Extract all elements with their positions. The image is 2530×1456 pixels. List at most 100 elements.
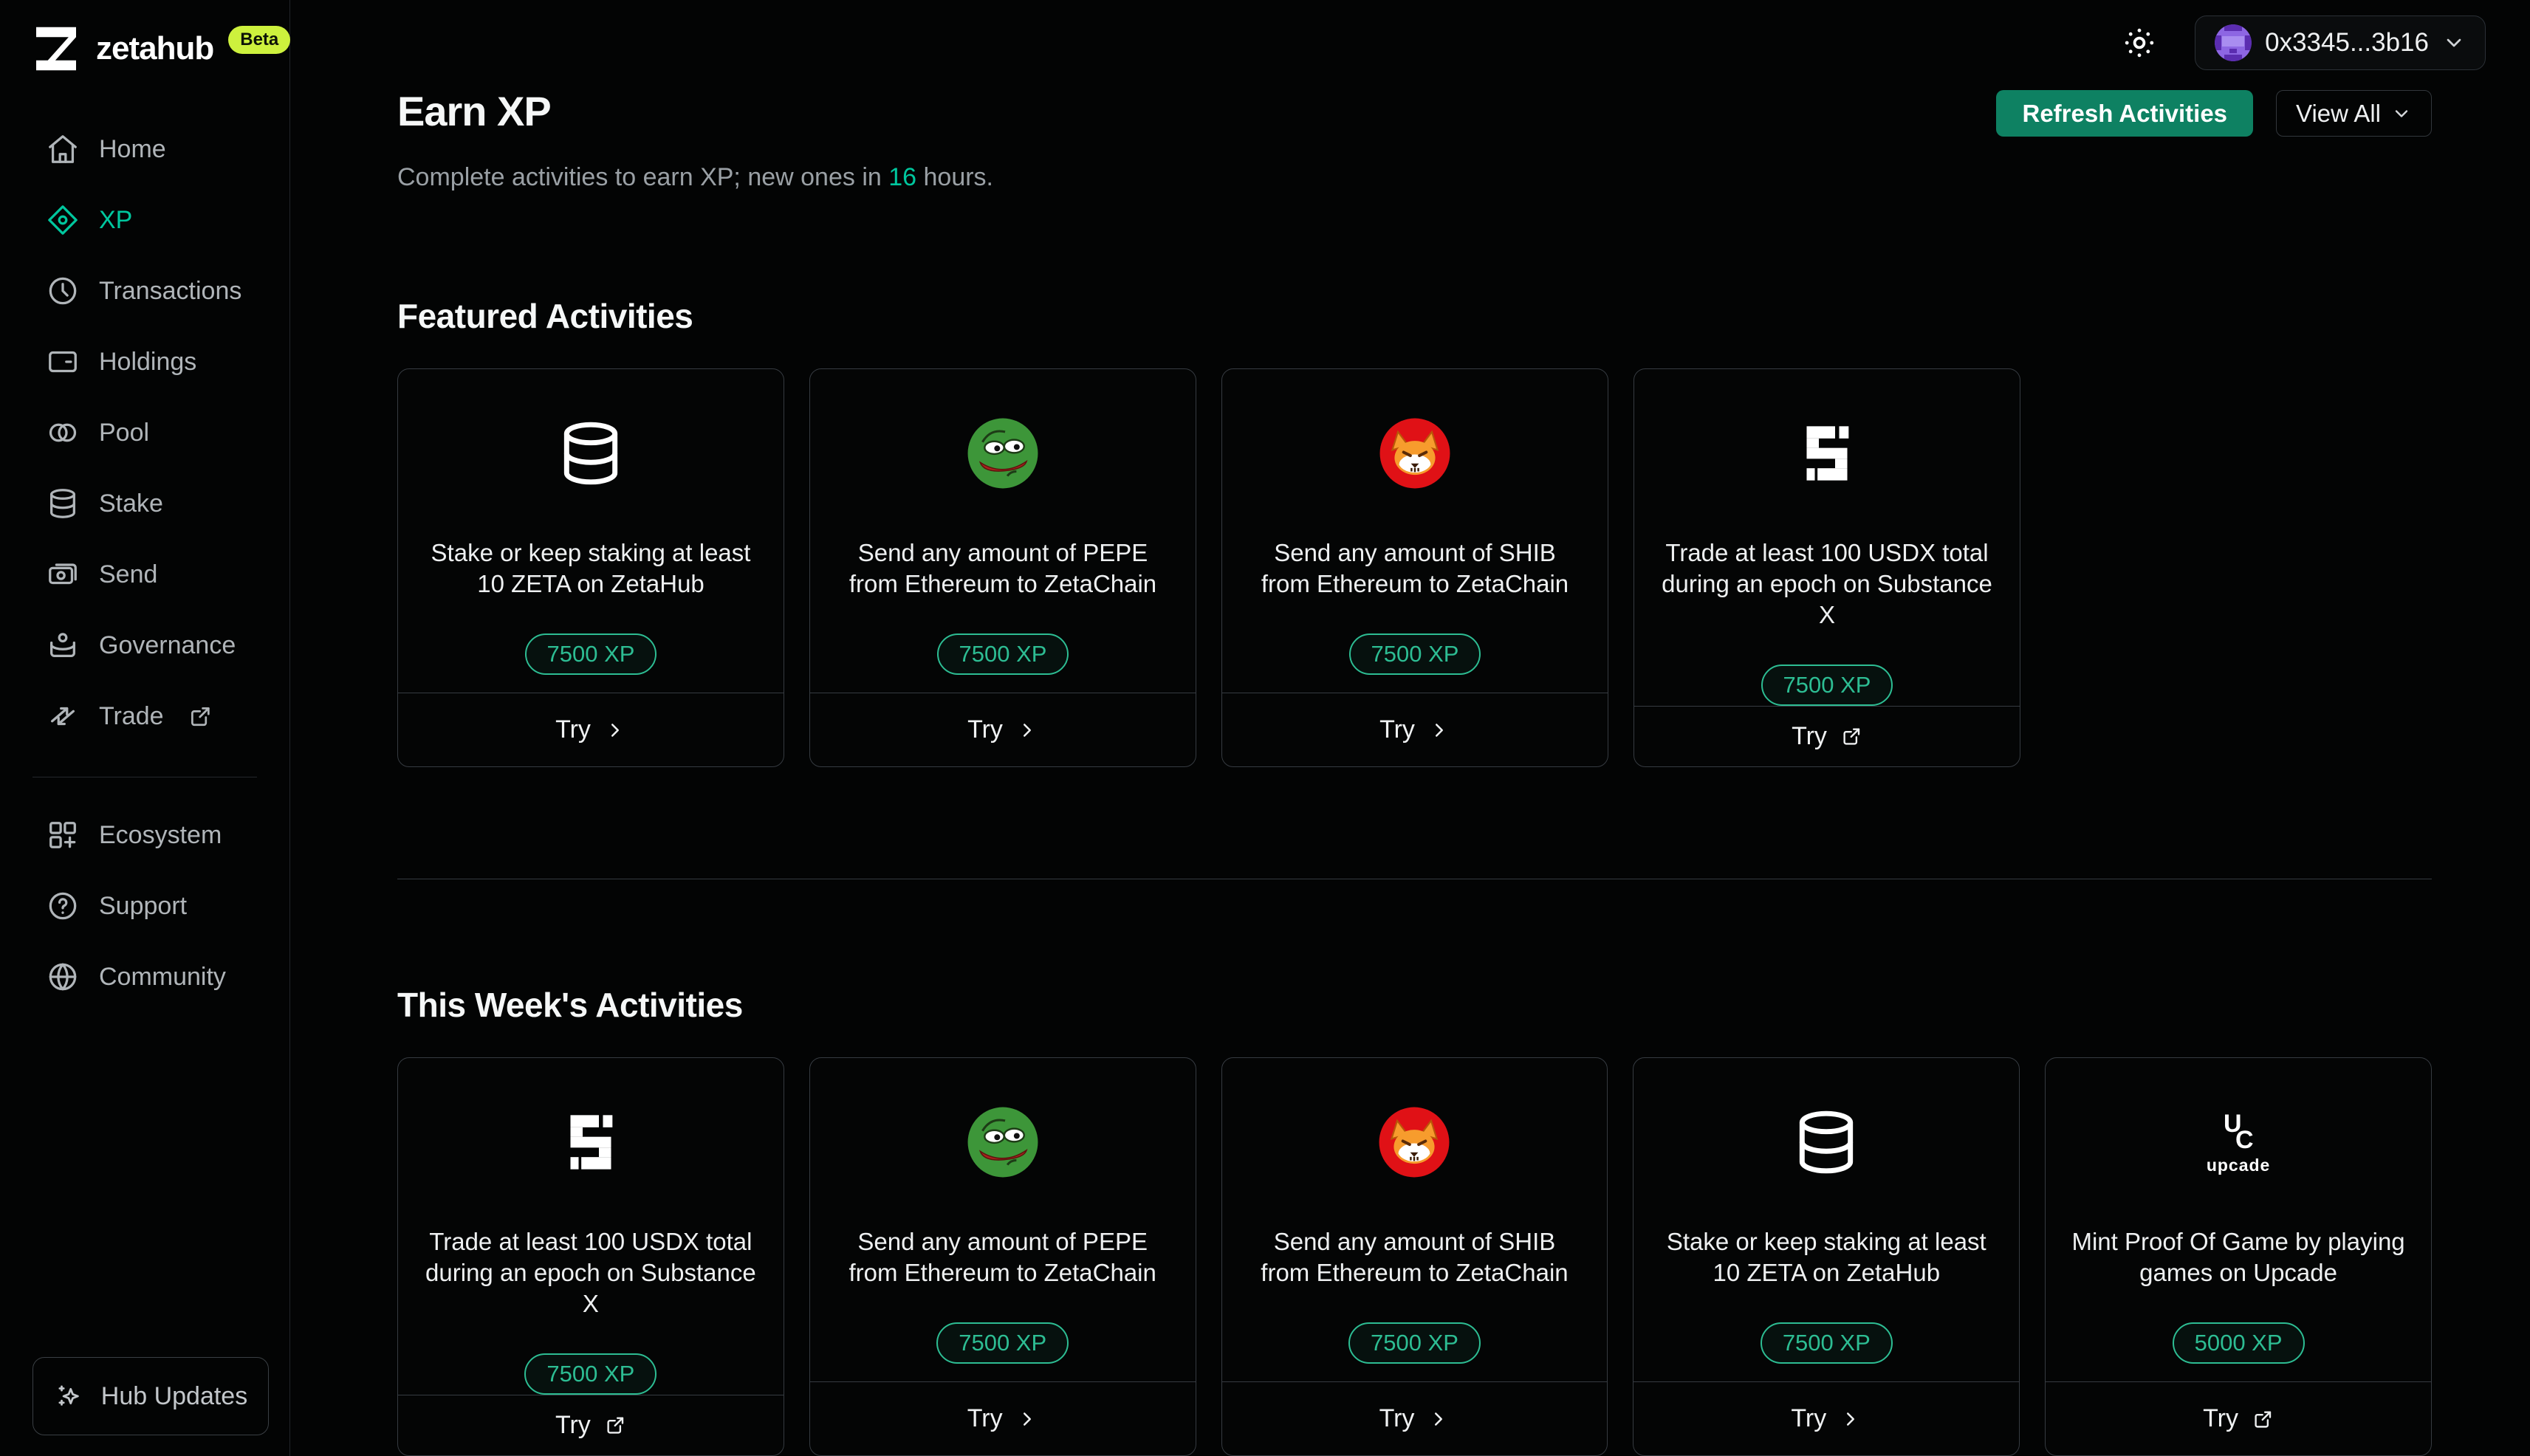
card-body: upcade Mint Proof Of Game by playing gam… <box>2046 1058 2431 1381</box>
card-body: Trade at least 100 USDX total during an … <box>1634 369 2020 706</box>
try-button[interactable]: Try <box>809 1381 1196 1455</box>
activity-card: Send any amount of SHIB from Ethereum to… <box>1221 368 1608 767</box>
globe-icon <box>46 960 80 994</box>
governance-icon <box>46 628 80 662</box>
chevron-right-icon <box>1427 1408 1450 1430</box>
sidebar-item-support[interactable]: Support <box>0 870 289 941</box>
sidebar-item-community[interactable]: Community <box>0 941 289 1012</box>
hub-updates-label: Hub Updates <box>100 1381 248 1410</box>
sidebar-item-send[interactable]: Send <box>0 539 289 610</box>
refresh-activities-button[interactable]: Refresh Activities <box>1996 90 2254 137</box>
activity-title: Mint Proof Of Game by playing games on U… <box>2071 1228 2405 1286</box>
try-button[interactable]: Try <box>810 693 1196 766</box>
theme-toggle-button[interactable] <box>2119 23 2159 63</box>
clock-icon <box>46 274 80 308</box>
try-label: Try <box>1379 715 1415 744</box>
sidebar-item-stake[interactable]: Stake <box>0 468 289 539</box>
activity-card: Trade at least 100 USDX total during an … <box>397 1057 784 1456</box>
try-button[interactable]: Try <box>2046 1381 2431 1455</box>
brand-name: zetahub <box>96 30 214 66</box>
pepe-icon <box>967 417 1039 490</box>
card-body: Stake or keep staking at least 10 ZETA o… <box>398 369 784 693</box>
activity-card: Send any amount of PEPE from Ethereum to… <box>809 1057 1196 1456</box>
sidebar-item-governance[interactable]: Governance <box>0 610 289 681</box>
card-body: Send any amount of SHIB from Ethereum to… <box>1222 1058 1608 1381</box>
card-body: Send any amount of PEPE from Ethereum to… <box>810 369 1196 693</box>
card-body: Send any amount of SHIB from Ethereum to… <box>1222 369 1608 693</box>
chevron-right-icon <box>1428 719 1450 741</box>
chevron-right-icon <box>1840 1408 1862 1430</box>
week-cards-row: Trade at least 100 USDX total during an … <box>397 1057 2432 1456</box>
external-link-icon <box>2252 1408 2274 1430</box>
substance-x-icon <box>1794 421 1859 486</box>
main-content: 0x3345...3b16 Earn XP Complete activitie… <box>290 0 2530 1456</box>
sidebar-item-trade[interactable]: Trade <box>0 681 289 752</box>
section-title-week: This Week's Activities <box>397 986 743 1024</box>
shib-icon <box>1379 417 1451 490</box>
try-button[interactable]: Try <box>1634 705 2020 766</box>
try-button[interactable]: Try <box>398 693 784 766</box>
chevron-right-icon <box>1016 719 1038 741</box>
database-icon <box>46 487 80 521</box>
activity-title: Trade at least 100 USDX total during an … <box>1662 539 1992 628</box>
sidebar-nav: Home XP Transactions Holdings Pool Stake… <box>0 114 289 1012</box>
card-body: Stake or keep staking at least 10 ZETA o… <box>1633 1058 2019 1381</box>
xp-diamond-icon <box>46 203 80 237</box>
card-body: Send any amount of PEPE from Ethereum to… <box>810 1058 1196 1381</box>
chevron-right-icon <box>604 719 626 741</box>
card-body: Trade at least 100 USDX total during an … <box>398 1058 784 1395</box>
subtitle-hours: 16 <box>888 163 917 191</box>
pool-circles-icon <box>46 416 80 450</box>
xp-badge: 5000 XP <box>2172 1322 2305 1364</box>
wallet-button[interactable]: 0x3345...3b16 <box>2195 16 2486 70</box>
home-icon <box>46 132 80 166</box>
activity-card: Send any amount of PEPE from Ethereum to… <box>809 368 1196 767</box>
activity-card: Send any amount of SHIB from Ethereum to… <box>1221 1057 1608 1456</box>
try-button[interactable]: Try <box>398 1394 784 1455</box>
sidebar-item-home[interactable]: Home <box>0 114 289 185</box>
view-all-button[interactable]: View All <box>2276 90 2432 137</box>
try-button[interactable]: Try <box>1221 1381 1608 1455</box>
database-icon <box>555 417 627 490</box>
activity-title: Trade at least 100 USDX total during an … <box>425 1228 756 1317</box>
upcade-icon <box>2210 1110 2266 1153</box>
sidebar-item-holdings[interactable]: Holdings <box>0 326 289 397</box>
section-title-featured: Featured Activities <box>397 297 693 335</box>
hub-updates-button[interactable]: Hub Updates <box>32 1357 269 1435</box>
activity-title: Send any amount of PEPE from Ethereum to… <box>849 539 1157 597</box>
sidebar: zetahub Beta Home XP Transactions Holdin… <box>0 0 291 1456</box>
try-label: Try <box>967 715 1003 744</box>
help-circle-icon <box>46 889 80 923</box>
try-label: Try <box>1791 1404 1827 1432</box>
wallet-address: 0x3345...3b16 <box>2265 28 2429 57</box>
wallet-card-icon <box>46 345 80 379</box>
try-button[interactable]: Try <box>1633 1381 2020 1455</box>
try-button[interactable]: Try <box>1222 693 1608 766</box>
sidebar-item-label: Home <box>99 134 166 163</box>
sidebar-item-transactions[interactable]: Transactions <box>0 255 289 326</box>
subtitle-suffix: hours. <box>916 163 994 191</box>
chevron-right-icon <box>1016 1408 1038 1430</box>
sun-icon <box>2122 25 2157 61</box>
substance-x-icon <box>558 1110 623 1175</box>
sidebar-item-pool[interactable]: Pool <box>0 397 289 468</box>
xp-badge: 7500 XP <box>1348 633 1481 675</box>
sidebar-item-label: Trade <box>99 701 164 730</box>
pepe-icon <box>967 1106 1039 1178</box>
try-label: Try <box>1792 721 1827 750</box>
sidebar-item-label: Send <box>99 560 158 588</box>
sidebar-item-xp[interactable]: XP <box>0 185 289 255</box>
banknote-icon <box>46 557 80 591</box>
try-label: Try <box>555 1410 591 1439</box>
try-label: Try <box>2203 1404 2238 1432</box>
external-link-icon <box>604 1414 626 1436</box>
sidebar-item-ecosystem[interactable]: Ecosystem <box>0 800 289 870</box>
activity-title: Stake or keep staking at least 10 ZETA o… <box>431 539 751 597</box>
chevron-down-icon <box>2391 103 2412 124</box>
view-all-label: View All <box>2296 99 2381 127</box>
xp-badge: 7500 XP <box>524 1353 657 1395</box>
sidebar-item-label: Community <box>99 962 226 991</box>
brand-logo[interactable]: zetahub Beta <box>0 0 291 75</box>
upcade-wordmark: upcade <box>2206 1155 2271 1175</box>
activity-title: Send any amount of PEPE from Ethereum to… <box>849 1228 1156 1286</box>
